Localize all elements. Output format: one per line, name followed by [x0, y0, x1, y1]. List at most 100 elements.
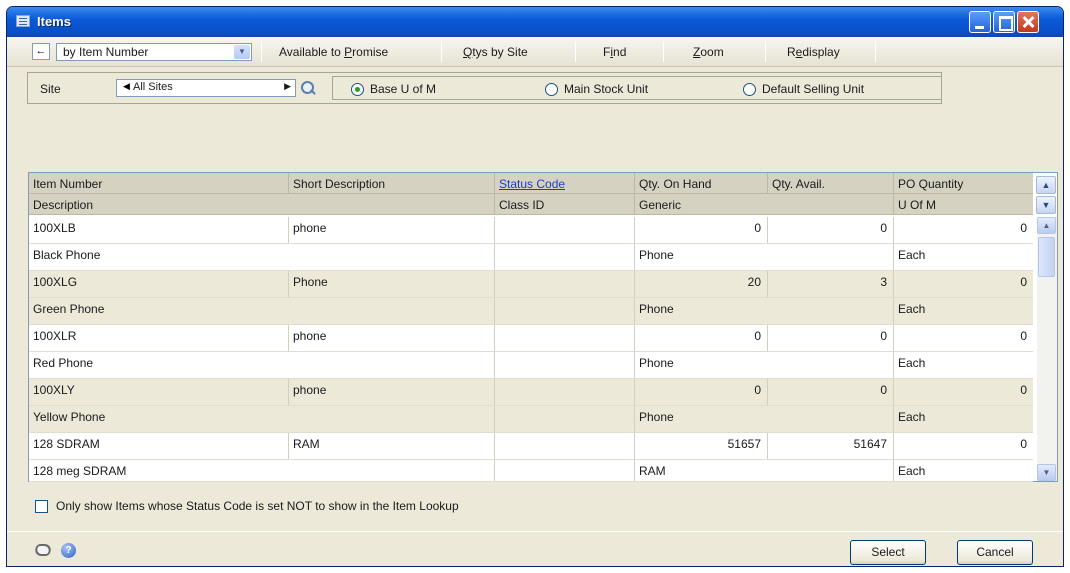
- status-code-cell: [495, 271, 635, 297]
- short-description-cell: Phone: [289, 271, 495, 297]
- col-description-header[interactable]: Description: [29, 194, 495, 214]
- close-button[interactable]: [1017, 11, 1039, 33]
- expand-rows-icon[interactable]: ▼: [1036, 196, 1056, 214]
- hidden-status-filter[interactable]: Only show Items whose Status Code is set…: [35, 499, 459, 513]
- qtys-by-site-label-post: tys by Site: [472, 45, 528, 59]
- bottom-bar: ? Select Cancel: [7, 531, 1063, 566]
- qtys-by-site-button[interactable]: Qtys by Site: [459, 44, 532, 60]
- toolbar: ← by Item Number ▼ Available to Promise …: [7, 37, 1063, 67]
- chevron-down-icon[interactable]: ▼: [234, 45, 250, 59]
- table-row-detail[interactable]: Red Phone Phone Each: [29, 352, 1033, 379]
- class-id-cell: [495, 244, 635, 270]
- table-row[interactable]: 100XLR phone 0 0 0: [29, 325, 1033, 352]
- radio-base-uofm[interactable]: Base U of M: [351, 82, 436, 96]
- qty-avail-cell: 0: [768, 379, 894, 405]
- col-uofm-header[interactable]: U Of M: [894, 194, 1033, 214]
- collapse-rows-icon[interactable]: ▲: [1036, 176, 1056, 194]
- redisplay-button[interactable]: Redisplay: [783, 44, 844, 60]
- item-number-cell: 100XLB: [29, 217, 289, 243]
- available-to-promise-button[interactable]: Available to Promise: [275, 44, 392, 60]
- status-code-cell: [495, 325, 635, 351]
- qty-avail-cell: 51647: [768, 433, 894, 459]
- generic-cell: Phone: [635, 244, 894, 270]
- radio-default-selling-unit-dot[interactable]: [743, 82, 756, 96]
- toolbar-separator: [875, 42, 876, 62]
- available-to-promise-label-pre: Available to: [279, 45, 345, 59]
- short-description-cell: phone: [289, 379, 495, 405]
- site-value: All Sites: [133, 81, 173, 93]
- zoom-button[interactable]: Zoom: [689, 44, 728, 60]
- col-status-code-header-link[interactable]: Status Code: [495, 173, 635, 193]
- col-po-quantity-header[interactable]: PO Quantity: [894, 173, 1033, 193]
- table-row[interactable]: 100XLG Phone 20 3 0: [29, 271, 1033, 298]
- items-grid: Item Number Short Description Status Cod…: [28, 172, 1058, 482]
- hidden-status-label: Only show Items whose Status Code is set…: [56, 499, 459, 513]
- scroll-thumb[interactable]: [1038, 237, 1055, 277]
- divider: [7, 531, 1063, 532]
- po-quantity-cell: 0: [1020, 383, 1027, 397]
- qty-on-hand-cell: 0: [635, 325, 768, 351]
- vertical-scrollbar[interactable]: ▲ ▼: [1037, 217, 1057, 481]
- site-filter-group: Site ◀ All Sites ▶ Base U of M Main Stoc…: [27, 72, 942, 104]
- col-generic-header[interactable]: Generic: [635, 194, 894, 214]
- status-code-cell: [495, 433, 635, 459]
- table-row[interactable]: 128 SDRAM RAM 51657 51647 0: [29, 433, 1033, 460]
- site-lookup-icon[interactable]: [299, 79, 316, 97]
- minimize-button[interactable]: [969, 11, 991, 33]
- radio-main-stock-unit-dot[interactable]: [545, 82, 558, 96]
- qtys-by-site-accel: Q: [463, 45, 473, 59]
- table-row-detail[interactable]: 128 meg SDRAM RAM Each: [29, 460, 1033, 482]
- select-button[interactable]: Select: [850, 540, 926, 565]
- radio-main-stock-unit[interactable]: Main Stock Unit: [545, 82, 648, 96]
- toolbar-separator: [765, 42, 766, 62]
- uofm-cell: Each: [898, 356, 926, 370]
- status-code-cell: [495, 379, 635, 405]
- uofm-radio-group: Base U of M Main Stock Unit Default Sell…: [332, 76, 942, 100]
- note-icon[interactable]: [33, 544, 53, 556]
- site-field[interactable]: ◀ All Sites ▶: [116, 79, 296, 97]
- uofm-cell: Each: [898, 248, 926, 262]
- qty-avail-cell: 0: [768, 325, 894, 351]
- table-row-detail[interactable]: Black Phone Phone Each: [29, 244, 1033, 271]
- find-button[interactable]: Find: [599, 44, 630, 60]
- radio-base-uofm-dot[interactable]: [351, 82, 364, 96]
- class-id-cell: [495, 406, 635, 432]
- scroll-up-icon[interactable]: ▲: [1037, 217, 1056, 234]
- radio-default-selling-unit-label: Default Selling Unit: [762, 82, 865, 96]
- table-row-detail[interactable]: Green Phone Phone Each: [29, 298, 1033, 325]
- col-short-description-header[interactable]: Short Description: [289, 173, 495, 193]
- po-quantity-cell: 0: [1020, 221, 1027, 235]
- available-to-promise-label-post: romise: [352, 45, 389, 59]
- col-qty-avail-header[interactable]: Qty. Avail.: [768, 173, 894, 193]
- toolbar-separator: [663, 42, 664, 62]
- col-qty-on-hand-header[interactable]: Qty. On Hand: [635, 173, 768, 193]
- help-icon[interactable]: ?: [61, 543, 76, 558]
- description-cell: Green Phone: [29, 298, 495, 324]
- qty-on-hand-cell: 0: [635, 379, 768, 405]
- qty-avail-cell: 3: [768, 271, 894, 297]
- table-row[interactable]: 100XLB phone 0 0 0: [29, 217, 1033, 244]
- previous-site-icon[interactable]: ◀: [123, 81, 130, 92]
- table-row-detail[interactable]: Yellow Phone Phone Each: [29, 406, 1033, 433]
- cancel-button[interactable]: Cancel: [957, 540, 1033, 565]
- item-number-cell: 100XLG: [29, 271, 289, 297]
- col-class-id-header[interactable]: Class ID: [495, 194, 635, 214]
- radio-base-uofm-label: Base U of M: [370, 82, 437, 96]
- available-to-promise-accel: P: [344, 45, 353, 59]
- col-item-number-header[interactable]: Item Number: [29, 173, 289, 193]
- title-bar[interactable]: Items: [7, 7, 1063, 37]
- generic-cell: Phone: [635, 352, 894, 378]
- po-quantity-cell: 0: [1020, 275, 1027, 289]
- sort-by-dropdown[interactable]: by Item Number ▼: [56, 43, 252, 61]
- radio-default-selling-unit[interactable]: Default Selling Unit: [743, 82, 864, 96]
- maximize-button[interactable]: [993, 11, 1015, 33]
- table-row[interactable]: 100XLY phone 0 0 0: [29, 379, 1033, 406]
- scroll-down-icon[interactable]: ▼: [1037, 464, 1056, 481]
- uofm-cell: Each: [898, 410, 926, 424]
- hidden-status-checkbox[interactable]: [35, 499, 48, 513]
- status-code-cell: [495, 217, 635, 243]
- next-site-icon[interactable]: ▶: [284, 81, 291, 92]
- back-arrow-icon[interactable]: ←: [32, 43, 50, 60]
- find-label-post: nd: [613, 45, 627, 59]
- item-number-cell: 100XLR: [29, 325, 289, 351]
